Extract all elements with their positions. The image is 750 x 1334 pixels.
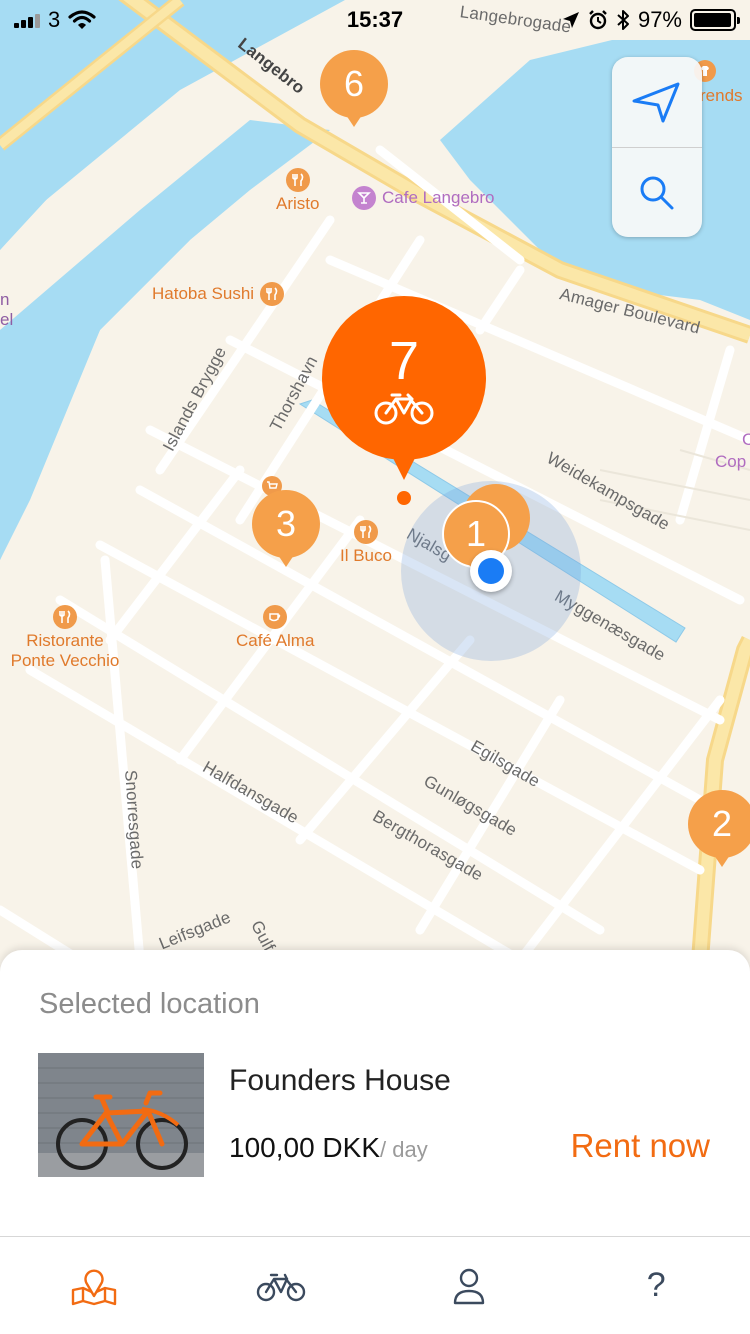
signal-strength-icon [14,12,40,28]
selected-location-card: Selected location Founders House 100,00 … [0,950,750,1236]
bluetooth-icon [617,10,629,30]
poi-ristorante-ponte-vecchio[interactable]: Ristorante Ponte Vecchio [0,605,130,671]
map-view[interactable]: Langebro Langebrogade Amager Boulevard I… [0,0,750,960]
poi-label: el [0,310,14,329]
profile-icon [453,1268,484,1304]
tab-profile[interactable] [375,1237,563,1334]
poi-label: Aristo [276,194,320,213]
bike-cluster[interactable]: 2 [688,790,750,867]
user-location-dot [470,550,512,592]
bike-cluster[interactable]: 6 [320,50,388,127]
selected-pin-anchor [397,491,411,505]
battery-icon [690,9,740,31]
search-button[interactable] [612,147,702,237]
battery-percent: 97% [637,7,682,32]
price: 100,00 DKK/ day [229,1132,428,1164]
cocktail-icon [352,186,376,210]
rent-now-button[interactable]: Rent now [571,1127,710,1165]
poi-label: C [742,430,750,449]
location-arrow-icon [632,82,680,123]
price-unit: / day [380,1137,428,1162]
price-amount: 100,00 DKK [229,1132,380,1163]
alarm-icon [589,10,607,30]
poi-cafe-alma[interactable]: Café Alma [236,605,314,651]
poi-cafe-langebro[interactable]: Cafe Langebro [352,186,494,210]
poi-il-buco[interactable]: Il Buco [340,520,392,566]
map-controls [612,57,702,237]
card-title: Selected location [39,988,260,1020]
poi-label: rends [700,86,743,105]
selected-bike-cluster[interactable]: 7 [322,296,486,480]
bike-cluster[interactable]: 3 [252,490,320,567]
carrier-name: 3 [48,7,61,32]
poi-hatoba-sushi[interactable]: Hatoba Sushi [152,282,285,306]
help-icon: ? [646,1266,666,1304]
fork-knife-icon [353,520,378,544]
search-icon [640,176,674,209]
poi-label: Hatoba Sushi [152,284,255,303]
bike-icon [374,393,434,425]
tab-help[interactable]: ? [563,1237,750,1334]
bike-icon [257,1273,306,1301]
map-icon [71,1268,116,1305]
status-bar: 3 15:37 97% [0,0,750,40]
poi-label: Café Alma [236,631,315,650]
tab-bikes[interactable] [188,1237,376,1334]
poi-label: Ristorante [26,631,104,650]
tab-bar: ? [0,1236,750,1334]
bike-photo [38,1053,204,1177]
poi-label: Il Buco [340,546,392,565]
poi-label: n [0,290,10,309]
tab-map[interactable] [0,1237,188,1334]
poi-label: Cafe Langebro [382,188,495,207]
wifi-icon [68,10,96,29]
poi-aristo[interactable]: Aristo [276,168,319,214]
location-name: Founders House [229,1064,451,1097]
cluster-count: 7 [388,331,420,391]
fork-knife-icon [53,605,77,629]
coffee-cup-icon [263,605,288,629]
fork-knife-icon [260,282,285,306]
fork-knife-icon [285,168,310,192]
poi-label: Cop [715,452,747,471]
locate-button[interactable] [612,57,702,147]
location-services-icon [562,12,579,28]
poi-label: Ponte Vecchio [10,651,120,670]
